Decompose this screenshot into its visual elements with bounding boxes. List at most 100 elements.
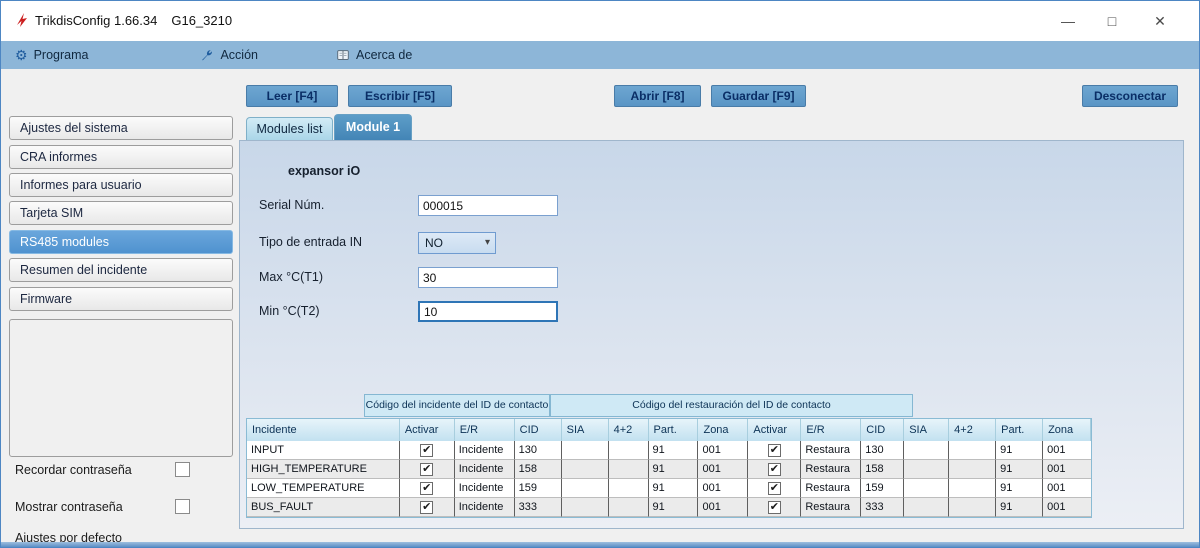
checked-checkbox-icon[interactable]: ✔ [420,444,433,457]
part-value[interactable]: 91 [996,498,1043,517]
4plus2-value[interactable] [609,498,649,517]
er-value[interactable]: Restaura [801,441,861,460]
col-header-part-2: Part. [996,419,1043,441]
cid-value[interactable]: 159 [861,479,904,498]
er-value[interactable]: Restaura [801,498,861,517]
col-header-activar-1: Activar [400,419,455,441]
sia-value[interactable] [904,441,949,460]
save-button[interactable]: Guardar [F9] [711,85,806,107]
input-type-select[interactable]: NO ▾ [418,232,496,254]
sidebar-item-firmware[interactable]: Firmware [9,287,233,311]
table-row: INPUT ✔ Incidente 130 91 001 ✔ Restaura … [247,441,1091,460]
trikdis-logo-icon [14,12,30,28]
sidebar-item-informes-para-usuario[interactable]: Informes para usuario [9,173,233,197]
max-temp-label: Max °C(T1) [259,270,323,284]
sidebar-item-cra-informes[interactable]: CRA informes [9,145,233,169]
checked-checkbox-icon[interactable]: ✔ [768,501,781,514]
incident-table: Código del incidente del ID de contacto … [246,394,1092,518]
4plus2-value[interactable] [949,441,996,460]
menu-bar: ⚙ Programa Acción Acerca de [1,41,1199,69]
table-row: BUS_FAULT ✔ Incidente 333 91 001 ✔ Resta… [247,498,1091,517]
part-value[interactable]: 91 [649,460,699,479]
zona-value[interactable]: 001 [1043,498,1091,517]
min-temp-input[interactable] [418,301,558,322]
cid-value[interactable]: 130 [515,441,562,460]
show-password-checkbox[interactable] [175,499,190,514]
part-value[interactable]: 91 [649,498,699,517]
disconnect-button[interactable]: Desconectar [1082,85,1178,107]
er-value[interactable]: Incidente [455,498,515,517]
sia-value[interactable] [562,460,609,479]
form-title: expansor iO [288,164,360,178]
4plus2-value[interactable] [949,460,996,479]
max-temp-input[interactable] [418,267,558,288]
er-value[interactable]: Incidente [455,441,515,460]
sia-value[interactable] [904,498,949,517]
tab-module-1[interactable]: Module 1 [334,114,412,140]
menu-acerca-de[interactable]: Acerca de [326,41,422,69]
minimize-button[interactable]: — [1049,7,1087,35]
checked-checkbox-icon[interactable]: ✔ [768,444,781,457]
menu-accion[interactable]: Acción [190,41,268,69]
4plus2-value[interactable] [609,441,649,460]
cid-value[interactable]: 333 [515,498,562,517]
checked-checkbox-icon[interactable]: ✔ [768,463,781,476]
zona-value[interactable]: 001 [1043,460,1091,479]
open-button[interactable]: Abrir [F8] [614,85,701,107]
sia-value[interactable] [904,460,949,479]
cid-value[interactable]: 159 [515,479,562,498]
zona-value[interactable]: 001 [698,460,748,479]
cid-value[interactable]: 158 [515,460,562,479]
part-value[interactable]: 91 [649,479,699,498]
4plus2-value[interactable] [949,479,996,498]
maximize-button[interactable]: □ [1093,7,1131,35]
checked-checkbox-icon[interactable]: ✔ [768,482,781,495]
4plus2-value[interactable] [609,460,649,479]
er-value[interactable]: Incidente [455,479,515,498]
checked-checkbox-icon[interactable]: ✔ [420,501,433,514]
serial-num-input[interactable] [418,195,558,216]
zona-value[interactable]: 001 [698,479,748,498]
chevron-down-icon: ▾ [485,233,490,253]
checked-checkbox-icon[interactable]: ✔ [420,463,433,476]
sia-value[interactable] [562,479,609,498]
er-value[interactable]: Incidente [455,460,515,479]
zona-value[interactable]: 001 [1043,441,1091,460]
cid-value[interactable]: 130 [861,441,904,460]
incident-name: HIGH_TEMPERATURE [247,460,400,479]
part-value[interactable]: 91 [996,460,1043,479]
remember-password-checkbox[interactable] [175,462,190,477]
table-row: LOW_TEMPERATURE ✔ Incidente 159 91 001 ✔… [247,479,1091,498]
device-name: G16_3210 [171,13,232,28]
serial-num-label: Serial Núm. [259,198,324,212]
incident-name: BUS_FAULT [247,498,400,517]
col-header-zona-2: Zona [1043,419,1091,441]
part-value[interactable]: 91 [996,479,1043,498]
zona-value[interactable]: 001 [698,441,748,460]
sidebar-item-rs485-modules[interactable]: RS485 modules [9,230,233,254]
4plus2-value[interactable] [949,498,996,517]
cid-value[interactable]: 333 [861,498,904,517]
sidebar-item-resumen-del-incidente[interactable]: Resumen del incidente [9,258,233,282]
sia-value[interactable] [562,441,609,460]
part-value[interactable]: 91 [996,441,1043,460]
sidebar-item-ajustes-del-sistema[interactable]: Ajustes del sistema [9,116,233,140]
menu-programa[interactable]: ⚙ Programa [5,41,98,69]
col-header-incidente: Incidente [247,419,400,441]
close-button[interactable]: ✕ [1141,7,1179,35]
sidebar-item-tarjeta-sim[interactable]: Tarjeta SIM [9,201,233,225]
zona-value[interactable]: 001 [698,498,748,517]
zona-value[interactable]: 001 [1043,479,1091,498]
read-button[interactable]: Leer [F4] [246,85,338,107]
sia-value[interactable] [904,479,949,498]
er-value[interactable]: Restaura [801,479,861,498]
sidebar-empty-panel [9,319,233,457]
sia-value[interactable] [562,498,609,517]
cid-value[interactable]: 158 [861,460,904,479]
checked-checkbox-icon[interactable]: ✔ [420,482,433,495]
4plus2-value[interactable] [609,479,649,498]
write-button[interactable]: Escribir [F5] [348,85,452,107]
tab-modules-list[interactable]: Modules list [246,117,333,140]
er-value[interactable]: Restaura [801,460,861,479]
part-value[interactable]: 91 [649,441,699,460]
